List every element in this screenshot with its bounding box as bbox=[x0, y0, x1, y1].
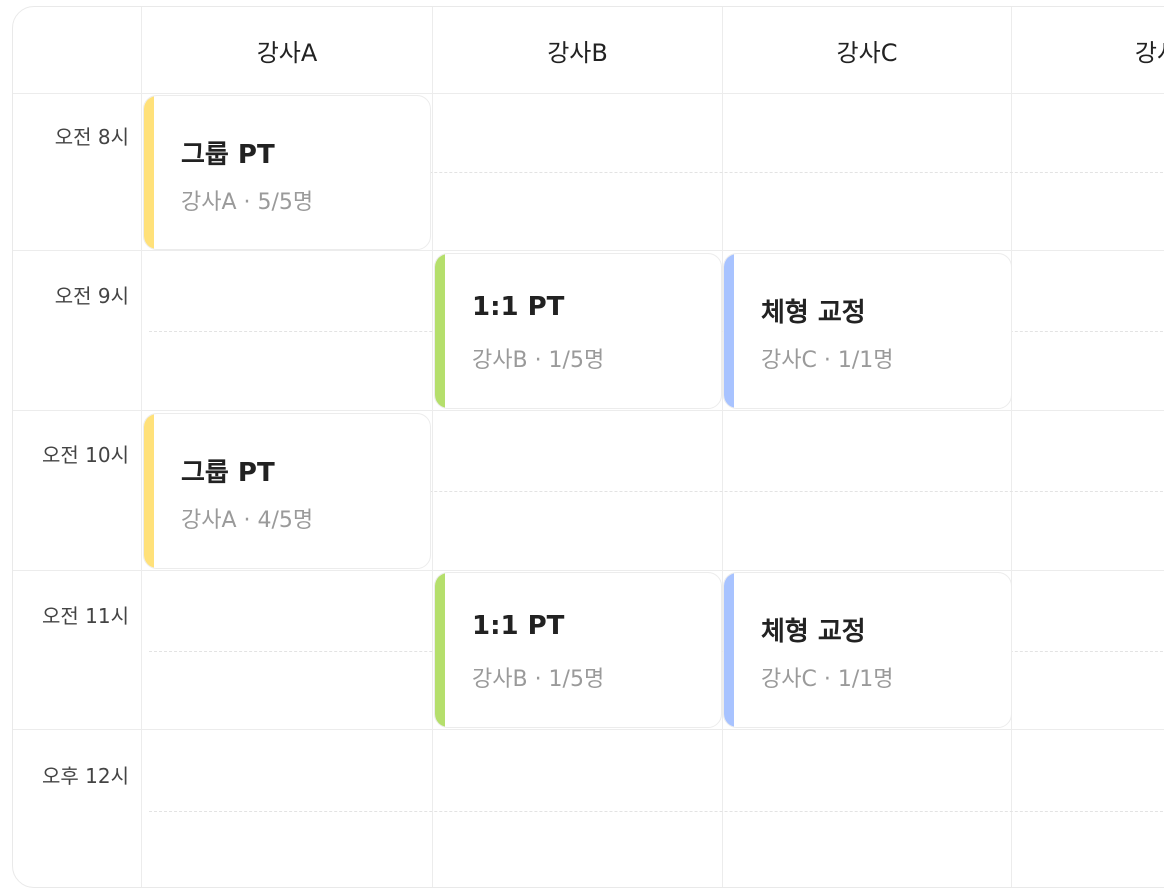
event-subtitle: 강사B · 1/5명 bbox=[472, 348, 605, 373]
event-card[interactable]: 체형 교정 강사C · 1/1명 bbox=[723, 572, 1012, 728]
event-card[interactable]: 체형 교정 강사C · 1/1명 bbox=[723, 253, 1012, 409]
column-divider bbox=[432, 7, 433, 887]
time-label: 오전 8시 bbox=[54, 125, 129, 149]
half-hour-line bbox=[149, 811, 1164, 812]
event-title: 체형 교정 bbox=[761, 298, 866, 328]
event-subtitle: 강사C · 1/1명 bbox=[761, 348, 894, 373]
row-divider bbox=[13, 410, 1164, 411]
row-divider bbox=[13, 93, 1164, 94]
event-color-bar bbox=[724, 254, 734, 408]
time-label: 오전 10시 bbox=[41, 443, 129, 467]
event-title: 그룹 PT bbox=[181, 140, 275, 170]
event-color-bar bbox=[144, 96, 154, 249]
schedule-grid: 강사A 강사B 강사C 강사 오전 8시 오전 9시 오전 10시 오전 11시… bbox=[12, 6, 1164, 888]
event-title: 체형 교정 bbox=[761, 617, 866, 647]
event-card[interactable]: 1:1 PT 강사B · 1/5명 bbox=[434, 253, 722, 409]
event-color-bar bbox=[724, 573, 734, 727]
column-divider bbox=[722, 7, 723, 887]
event-title: 1:1 PT bbox=[472, 611, 565, 641]
event-subtitle: 강사B · 1/5명 bbox=[472, 667, 605, 692]
time-label: 오전 9시 bbox=[54, 284, 129, 308]
column-header-instructor-b[interactable]: 강사B bbox=[433, 7, 722, 93]
row-divider bbox=[13, 570, 1164, 571]
event-subtitle: 강사C · 1/1명 bbox=[761, 667, 894, 692]
event-subtitle: 강사A · 4/5명 bbox=[181, 508, 314, 533]
column-divider bbox=[1011, 7, 1012, 887]
event-subtitle: 강사A · 5/5명 bbox=[181, 190, 314, 215]
row-divider bbox=[13, 250, 1164, 251]
column-divider bbox=[141, 7, 142, 887]
column-header-instructor-c[interactable]: 강사C bbox=[723, 7, 1011, 93]
event-title: 그룹 PT bbox=[181, 458, 275, 488]
time-label: 오전 11시 bbox=[41, 604, 129, 628]
event-title: 1:1 PT bbox=[472, 292, 565, 322]
event-color-bar bbox=[144, 414, 154, 568]
event-card[interactable]: 그룹 PT 강사A · 4/5명 bbox=[143, 413, 431, 569]
event-color-bar bbox=[435, 573, 445, 727]
row-divider bbox=[13, 729, 1164, 730]
event-card[interactable]: 그룹 PT 강사A · 5/5명 bbox=[143, 95, 431, 250]
time-label: 오후 12시 bbox=[41, 764, 129, 788]
column-header-instructor-d[interactable]: 강사 bbox=[1012, 7, 1164, 93]
column-header-instructor-a[interactable]: 강사A bbox=[142, 7, 432, 93]
event-card[interactable]: 1:1 PT 강사B · 1/5명 bbox=[434, 572, 722, 728]
event-color-bar bbox=[435, 254, 445, 408]
